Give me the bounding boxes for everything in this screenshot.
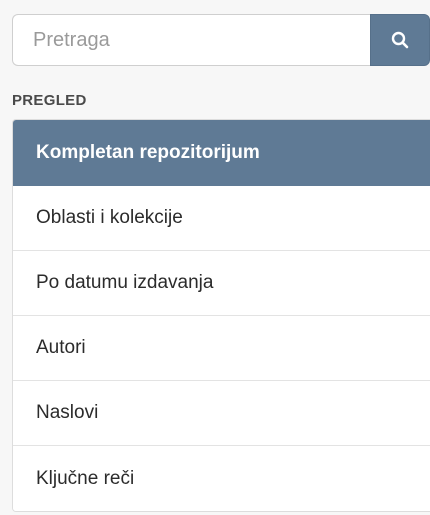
browse-item-complete-repository[interactable]: Kompletan repozitorijum xyxy=(13,120,430,186)
search-button[interactable] xyxy=(370,14,430,66)
browse-item-label: Naslovi xyxy=(36,402,99,423)
browse-item-communities-collections[interactable]: Oblasti i kolekcije xyxy=(13,186,430,251)
section-heading-browse: PREGLED xyxy=(12,92,87,109)
search-icon xyxy=(391,31,409,49)
browse-item-label: Ključne reči xyxy=(36,467,135,489)
browse-item-titles[interactable]: Naslovi xyxy=(13,381,430,446)
browse-item-by-issue-date[interactable]: Po datumu izdavanja xyxy=(13,251,430,316)
search-bar xyxy=(12,14,430,66)
browse-item-label: Autori xyxy=(36,337,86,358)
browse-item-keywords[interactable]: Ključne reči xyxy=(13,446,430,511)
search-input[interactable] xyxy=(12,14,370,66)
browse-item-label: Kompletan repozitorijum xyxy=(36,141,260,163)
browse-item-label: Oblasti i kolekcije xyxy=(36,207,183,228)
browse-list: Kompletan repozitorijum Oblasti i kolekc… xyxy=(12,119,430,512)
browse-item-authors[interactable]: Autori xyxy=(13,316,430,381)
browse-item-label: Po datumu izdavanja xyxy=(36,272,214,293)
